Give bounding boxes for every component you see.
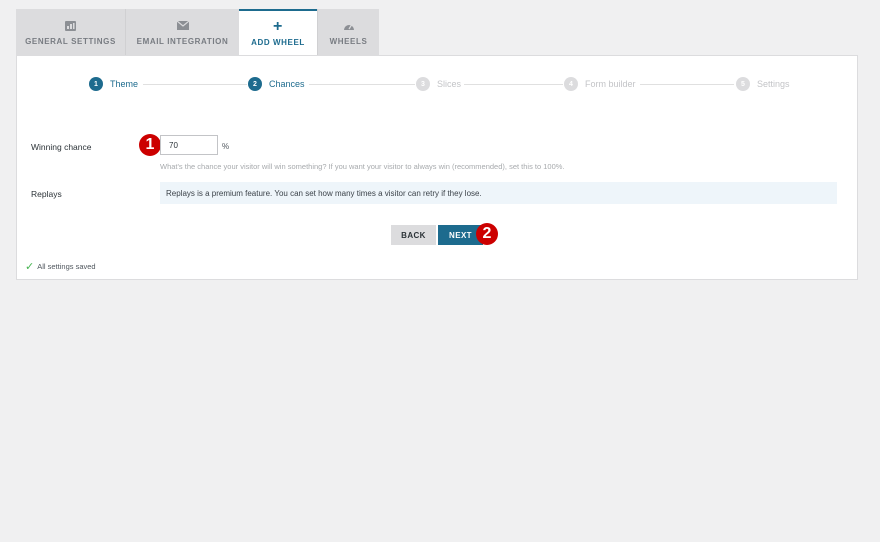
step-number: 2 <box>248 77 262 91</box>
annotation-marker-1: 1 <box>139 134 161 156</box>
stepper-line <box>143 84 247 85</box>
step-label: Chances <box>269 79 305 89</box>
save-status-text: All settings saved <box>37 262 96 271</box>
replays-label: Replays <box>31 189 62 199</box>
step-chances[interactable]: 2 Chances <box>248 77 305 91</box>
step-number: 1 <box>89 77 103 91</box>
stepper-line <box>640 84 734 85</box>
tab-label: ADD WHEEL <box>251 38 305 47</box>
step-label: Form builder <box>585 79 636 89</box>
step-settings[interactable]: 5 Settings <box>736 77 790 91</box>
step-label: Theme <box>110 79 139 89</box>
percent-sign: % <box>222 142 230 151</box>
checkmark-icon: ✓ <box>25 261 35 273</box>
back-button[interactable]: BACK <box>391 225 436 245</box>
step-number: 5 <box>736 77 750 91</box>
save-status: ✓ All settings saved <box>25 260 96 273</box>
tab-label: WHEELS <box>329 36 368 46</box>
replays-premium-notice: Replays is a premium feature. You can se… <box>160 182 837 204</box>
gauge-icon <box>343 19 355 33</box>
tab-label: EMAIL INTEGRATION <box>136 36 229 46</box>
winning-chance-input[interactable] <box>160 135 218 155</box>
step-number: 4 <box>564 77 578 91</box>
step-theme[interactable]: 1 Theme <box>89 77 138 91</box>
dashboard-icon <box>65 19 76 33</box>
step-label: Settings <box>757 79 790 89</box>
stepper-line <box>309 84 415 85</box>
step-slices[interactable]: 3 Slices <box>416 77 461 91</box>
step-label: Slices <box>437 79 462 89</box>
tab-add-wheel[interactable]: + ADD WHEEL <box>239 9 317 56</box>
winning-chance-label: Winning chance <box>31 142 92 152</box>
tab-email-integration[interactable]: EMAIL INTEGRATION <box>125 9 239 55</box>
tab-general-settings[interactable]: GENERAL SETTINGS <box>16 9 125 55</box>
tab-wheels[interactable]: WHEELS <box>317 9 379 55</box>
winning-chance-hint: What's the chance your visitor will win … <box>160 162 565 171</box>
envelope-icon <box>176 19 189 33</box>
tab-bar: GENERAL SETTINGS EMAIL INTEGRATION + ADD… <box>16 9 379 56</box>
add-wheel-panel: 1 Theme 2 Chances 3 Slices 4 Form builde… <box>16 55 858 280</box>
step-number: 3 <box>416 77 430 91</box>
plus-icon: + <box>273 18 283 35</box>
stepper-line <box>464 84 563 85</box>
annotation-marker-2: 2 <box>476 223 498 245</box>
step-form-builder[interactable]: 4 Form builder <box>564 77 636 91</box>
tab-label: GENERAL SETTINGS <box>25 36 116 46</box>
